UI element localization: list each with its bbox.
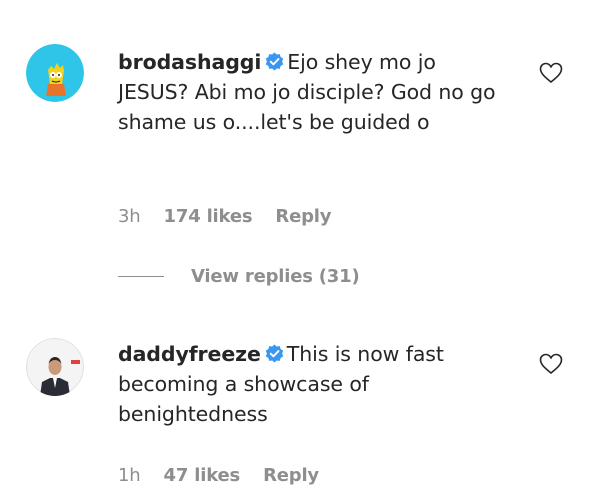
heart-outline-icon[interactable] [539, 353, 563, 375]
divider-line [118, 276, 164, 277]
comment-meta: 3h 174 likes Reply [118, 206, 348, 227]
avatar-image [26, 338, 84, 396]
heart-outline-icon[interactable] [539, 62, 563, 84]
avatar-image [26, 44, 84, 102]
comment-time[interactable]: 1h [118, 465, 141, 486]
comment-text-block: daddyfreeze This is now fast becoming a … [118, 339, 498, 429]
comment-text-block: brodashaggi Ejo shey mo jo JESUS? Abi mo… [118, 47, 498, 137]
verified-badge-icon [266, 52, 284, 71]
verified-badge-icon [265, 344, 284, 363]
avatar[interactable] [26, 44, 84, 102]
comment-username[interactable]: daddyfreeze [118, 342, 261, 366]
reply-button[interactable]: Reply [263, 465, 319, 486]
comment-body: brodashaggi Ejo shey mo jo JESUS? Abi mo… [118, 47, 498, 137]
comment-likes[interactable]: 47 likes [164, 465, 241, 486]
view-replies-button[interactable]: View replies (31) [118, 266, 360, 287]
comment-username[interactable]: brodashaggi [118, 50, 261, 74]
comment-body: daddyfreeze This is now fast becoming a … [118, 339, 498, 429]
reply-button[interactable]: Reply [275, 206, 331, 227]
view-replies-label[interactable]: View replies (31) [191, 266, 360, 287]
avatar[interactable] [26, 338, 84, 396]
comment-meta: 1h 47 likes Reply [118, 465, 336, 486]
comment-likes[interactable]: 174 likes [164, 206, 253, 227]
comment-time[interactable]: 3h [118, 206, 141, 227]
